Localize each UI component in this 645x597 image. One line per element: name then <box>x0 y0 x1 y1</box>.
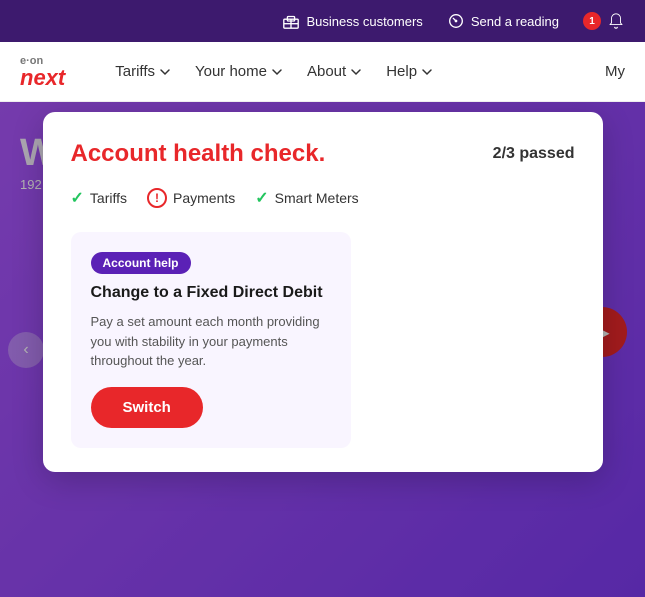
check-smart-meters: ✓ Smart Meters <box>255 188 358 208</box>
check-payments: ! Payments <box>147 188 235 208</box>
account-help-card: Account help Change to a Fixed Direct De… <box>71 232 351 448</box>
modal-overlay: Account health check. 2/3 passed ✓ Tarif… <box>0 102 645 597</box>
business-customers-label: Business customers <box>306 14 422 29</box>
check-tariffs-icon: ✓ <box>71 188 84 208</box>
nav-your-home[interactable]: Your home <box>185 55 293 88</box>
notification-bell[interactable]: 1 <box>583 12 625 30</box>
send-reading-label: Send a reading <box>471 14 559 29</box>
nav-tariffs[interactable]: Tariffs <box>105 55 181 88</box>
card-description: Pay a set amount each month providing yo… <box>91 312 331 371</box>
bell-icon <box>607 12 625 30</box>
business-customers-link[interactable]: Business customers <box>282 12 422 30</box>
nav-help[interactable]: Help <box>376 55 443 88</box>
top-utility-bar: Business customers Send a reading 1 <box>0 0 645 42</box>
about-chevron-icon <box>350 66 362 78</box>
modal-header: Account health check. 2/3 passed <box>71 140 575 168</box>
navigation-bar: e·on next Tariffs Your home About Help M… <box>0 42 645 102</box>
modal-title: Account health check. <box>71 140 326 168</box>
logo[interactable]: e·on next <box>20 55 65 89</box>
check-tariffs-label: Tariffs <box>90 190 127 206</box>
your-home-chevron-icon <box>271 66 283 78</box>
logo-next-text: next <box>20 67 65 89</box>
check-smart-meters-icon: ✓ <box>255 188 268 208</box>
switch-button[interactable]: Switch <box>91 387 203 428</box>
page-background: Wo 192 G t paym payme ment is s after is… <box>0 102 645 597</box>
notification-count: 1 <box>583 12 601 30</box>
card-badge: Account help <box>91 252 191 274</box>
check-payments-icon: ! <box>147 188 167 208</box>
check-smart-meters-label: Smart Meters <box>275 190 359 206</box>
tariffs-chevron-icon <box>159 66 171 78</box>
nav-about[interactable]: About <box>297 55 372 88</box>
main-nav: Tariffs Your home About Help My <box>105 55 625 88</box>
modal-passed-count: 2/3 passed <box>493 145 575 163</box>
help-chevron-icon <box>421 66 433 78</box>
card-title: Change to a Fixed Direct Debit <box>91 284 331 302</box>
nav-my[interactable]: My <box>605 63 625 80</box>
send-reading-link[interactable]: Send a reading <box>447 12 559 30</box>
health-check-modal: Account health check. 2/3 passed ✓ Tarif… <box>43 112 603 472</box>
check-payments-label: Payments <box>173 190 235 206</box>
modal-checks-row: ✓ Tariffs ! Payments ✓ Smart Meters <box>71 188 575 208</box>
check-tariffs: ✓ Tariffs <box>71 188 128 208</box>
meter-icon <box>447 12 465 30</box>
business-icon <box>282 12 300 30</box>
